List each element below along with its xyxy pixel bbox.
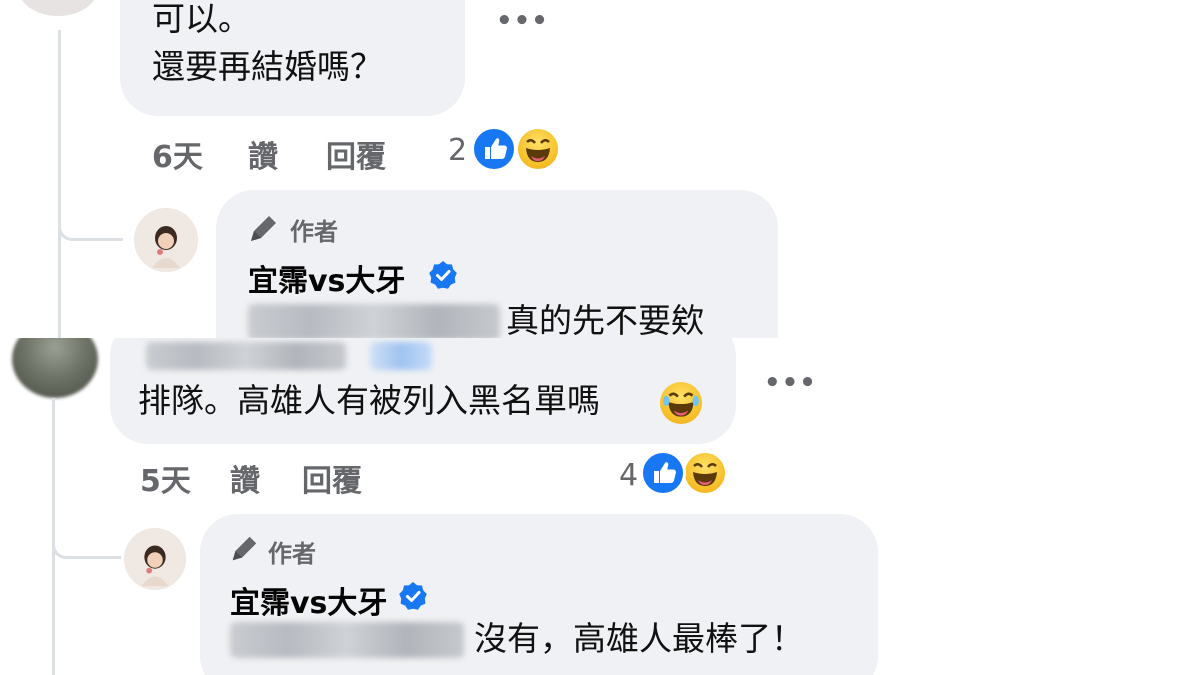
- author-avatar[interactable]: [134, 208, 198, 272]
- tagged-user-blurred[interactable]: [230, 622, 464, 658]
- reply-text: 真的先不要欸: [506, 301, 704, 338]
- author-avatar[interactable]: [124, 528, 186, 590]
- pencil-icon: [228, 533, 260, 569]
- like-button[interactable]: 讚: [230, 456, 260, 500]
- author-name-link[interactable]: 宜霈vs大牙: [230, 578, 387, 622]
- commenter-avatar-partial[interactable]: [18, 0, 98, 16]
- laughing-face-icon[interactable]: [682, 450, 728, 496]
- verified-badge-icon: [428, 260, 458, 290]
- tagged-user-blurred[interactable]: [248, 304, 500, 338]
- verified-badge-icon: [398, 581, 428, 611]
- comment-text-line2: 還要再結婚嗎？: [152, 47, 383, 86]
- like-button[interactable]: 讚: [248, 132, 278, 176]
- more-options-icon[interactable]: •••: [496, 6, 549, 36]
- author-name-link[interactable]: 宜霈vs大牙: [248, 256, 405, 300]
- author-badge-label: 作者: [268, 540, 316, 568]
- reply-text: 沒有，高雄人最棒了！: [474, 619, 804, 658]
- reply-button[interactable]: 回覆: [302, 456, 362, 500]
- comment-text-line1: 可以。: [152, 0, 251, 38]
- reply-connector: [58, 196, 123, 241]
- like-icon[interactable]: [640, 450, 686, 496]
- commenter-badge-blurred: [370, 342, 432, 370]
- thread-line: [58, 30, 61, 338]
- more-options-icon[interactable]: •••: [764, 368, 817, 398]
- comment-timestamp[interactable]: 6天: [152, 132, 203, 176]
- comment-thread-bottom: 排隊。高雄人有被列入黑名單嗎 ••• 5天 讚 回覆 4 作者 宜霈vs大牙 沒…: [0, 338, 1200, 675]
- comment-text: 排隊。高雄人有被列入黑名單嗎: [138, 381, 600, 420]
- reply-connector: [52, 518, 121, 559]
- reaction-count[interactable]: 2: [448, 133, 467, 168]
- author-badge-label: 作者: [290, 218, 338, 246]
- reaction-count[interactable]: 4: [619, 458, 638, 493]
- comment-timestamp[interactable]: 5天: [140, 456, 191, 500]
- laughing-face-icon[interactable]: [515, 126, 561, 172]
- reply-button[interactable]: 回覆: [326, 132, 386, 176]
- commenter-name-blurred[interactable]: [146, 342, 346, 370]
- like-icon[interactable]: [471, 126, 517, 172]
- laughing-face-icon: [660, 382, 702, 424]
- commenter-avatar[interactable]: [12, 338, 98, 398]
- pencil-icon: [246, 212, 280, 250]
- comment-thread-top: 可以。 還要再結婚嗎？ ••• 6天 讚 回覆 2 作者 宜霈vs大牙 真的先不…: [0, 0, 1200, 338]
